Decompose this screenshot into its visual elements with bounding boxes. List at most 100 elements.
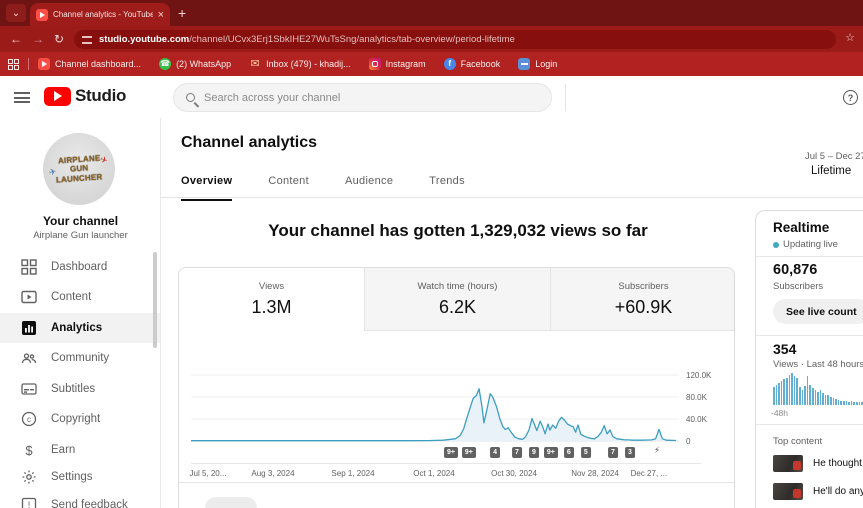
- sidebar-item-subtitles[interactable]: Subtitles: [0, 374, 160, 404]
- chart-marker-badge[interactable]: 9+: [462, 447, 476, 458]
- dashboard-icon: [20, 258, 38, 276]
- bookmark-inbox[interactable]: ✉ Inbox (479) - khadij...: [249, 58, 351, 70]
- realtime-bar: [835, 399, 837, 405]
- browser-tab[interactable]: Channel analytics - YouTube St ×: [30, 3, 170, 26]
- gear-icon: [20, 468, 38, 486]
- window-chevron-button[interactable]: ⌄: [6, 4, 26, 22]
- realtime-status-text: Updating live: [783, 239, 838, 250]
- realtime-bar: [804, 386, 806, 405]
- facebook-icon: f: [444, 58, 456, 70]
- feedback-icon: !: [20, 496, 38, 508]
- realtime-card: Realtime Updating live 60,876 Subscriber…: [755, 210, 863, 508]
- sidebar-item-community[interactable]: Community: [0, 343, 160, 373]
- realtime-title: Realtime: [773, 220, 829, 235]
- chart-marker-badge[interactable]: 9: [529, 447, 539, 458]
- metric-value: 1.3M: [179, 297, 364, 318]
- sidebar-item-label: Content: [51, 291, 91, 303]
- bookmark-instagram[interactable]: Instagram: [369, 58, 426, 70]
- bookmark-login[interactable]: Login: [518, 58, 557, 70]
- sidebar-scrollbar[interactable]: [153, 252, 157, 348]
- see-live-count-button[interactable]: See live count: [773, 299, 863, 324]
- live-dot-icon: [773, 242, 779, 248]
- youtube-favicon-icon: [38, 58, 50, 70]
- sidebar-item-label: Earn: [51, 444, 75, 456]
- search-input[interactable]: [204, 92, 539, 104]
- top-content-row[interactable]: He'll do anyt: [773, 483, 863, 500]
- browser-tab-strip: ⌄ Channel analytics - YouTube St × +: [0, 0, 863, 26]
- realtime-bar: [851, 401, 853, 405]
- metric-watch-time[interactable]: Watch time (hours) 6.2K: [364, 268, 550, 331]
- main-content: Channel analytics Overview Content Audie…: [161, 118, 863, 508]
- sidebar-item-settings[interactable]: Settings: [0, 462, 160, 492]
- sidebar-item-analytics[interactable]: Analytics: [0, 313, 160, 343]
- divider: [756, 256, 863, 257]
- divider: [161, 197, 863, 198]
- y-axis-tick: 40.0K: [686, 415, 707, 424]
- tab-title: Channel analytics - YouTube St: [53, 10, 153, 19]
- y-axis-tick: 120.0K: [686, 371, 711, 380]
- youtube-favicon-icon: [36, 9, 48, 21]
- realtime-bar: [796, 378, 798, 405]
- close-tab-icon[interactable]: ×: [158, 9, 164, 21]
- sidebar-item-dashboard[interactable]: Dashboard: [0, 252, 160, 282]
- realtime-bar: [776, 385, 778, 405]
- chart-marker-badge[interactable]: 9+: [544, 447, 558, 458]
- channel-search[interactable]: [173, 83, 552, 112]
- metric-views[interactable]: Views 1.3M: [179, 268, 364, 331]
- top-content-row[interactable]: He thought h: [773, 455, 863, 472]
- sidebar-item-send-feedback[interactable]: ! Send feedback: [0, 490, 160, 508]
- realtime-bar: [794, 376, 796, 405]
- video-thumbnail: [773, 455, 803, 472]
- divider: [28, 58, 29, 70]
- sidebar-item-earn[interactable]: $ Earn: [0, 435, 160, 465]
- bookmark-star-icon[interactable]: ☆: [845, 31, 855, 44]
- youtube-studio-logo[interactable]: Studio: [44, 86, 126, 106]
- help-icon[interactable]: ?: [843, 90, 858, 105]
- analytics-card: Views 1.3M Watch time (hours) 6.2K Subsc…: [178, 267, 735, 508]
- chart-marker-badge[interactable]: 7: [512, 447, 522, 458]
- y-axis-tick: 0: [686, 437, 690, 446]
- bookmark-channel-dashboard[interactable]: Channel dashboard...: [38, 58, 141, 70]
- channel-name: Airplane Gun launcher: [0, 230, 161, 241]
- back-icon[interactable]: ←: [10, 32, 22, 46]
- menu-icon[interactable]: [14, 92, 30, 103]
- chart-marker-badge[interactable]: 6: [564, 447, 574, 458]
- url-domain: studio.youtube.com: [99, 34, 189, 45]
- bookmark-whatsapp[interactable]: ☎ (2) WhatsApp: [159, 58, 231, 70]
- sidebar-item-label: Send feedback: [51, 499, 128, 508]
- forward-icon[interactable]: →: [32, 32, 44, 46]
- refresh-icon[interactable]: ↻: [54, 32, 64, 46]
- community-icon: [20, 349, 38, 367]
- realtime-bar: [830, 397, 832, 405]
- views-chart-region[interactable]: 120.0K80.0K40.0K0 Jul 5, 20...Aug 3, 202…: [179, 331, 735, 482]
- chart-marker-badge[interactable]: 3: [625, 447, 635, 458]
- top-content-label: Top content: [773, 436, 822, 447]
- realtime-bar: [809, 385, 811, 405]
- period-label: Lifetime: [811, 165, 863, 177]
- see-more-button[interactable]: [205, 497, 257, 508]
- realtime-bar: [817, 392, 819, 405]
- youtube-play-icon: [44, 87, 71, 106]
- sidebar-item-copyright[interactable]: c Copyright: [0, 404, 160, 434]
- divider: [565, 84, 566, 111]
- metric-subscribers[interactable]: Subscribers +60.9K: [550, 268, 735, 331]
- svg-text:c: c: [27, 415, 31, 424]
- chart-marker-badge[interactable]: 5: [581, 447, 591, 458]
- sidebar-item-content[interactable]: Content: [0, 282, 160, 312]
- site-info-icon[interactable]: [82, 36, 92, 44]
- chart-marker-badge[interactable]: 9+: [444, 447, 458, 458]
- bookmark-facebook[interactable]: f Facebook: [444, 58, 501, 70]
- apps-grid-icon[interactable]: [8, 59, 19, 70]
- address-bar[interactable]: studio.youtube.com/channel/UCvx3Erj1SbkI…: [74, 30, 836, 49]
- chart-marker-badge[interactable]: 4: [490, 447, 500, 458]
- period-selector[interactable]: Jul 5 – Dec 27, Lifetime: [805, 151, 863, 177]
- divider: [756, 335, 863, 336]
- channel-avatar[interactable]: AIRPLANE GUN LAUNCHER ✈ ✈: [43, 133, 115, 205]
- search-icon: [186, 93, 195, 102]
- metric-label: Subscribers: [551, 281, 735, 292]
- video-published-marker-icon[interactable]: ⚡: [654, 445, 660, 456]
- realtime-views-label: Views · Last 48 hours: [773, 359, 863, 370]
- views-area-chart[interactable]: [179, 331, 735, 482]
- chart-marker-badge[interactable]: 7: [608, 447, 618, 458]
- new-tab-button[interactable]: +: [178, 5, 186, 21]
